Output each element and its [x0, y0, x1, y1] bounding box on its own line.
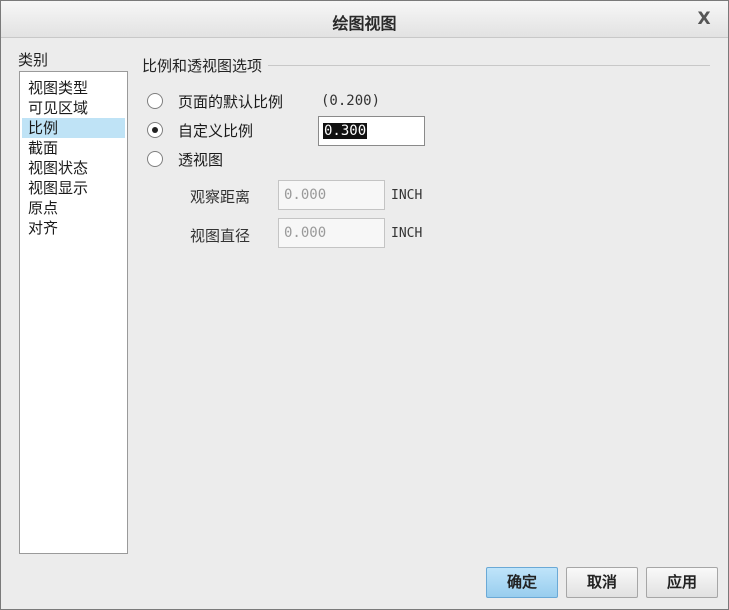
cancel-button[interactable]: 取消	[566, 567, 638, 598]
category-list[interactable]: 视图类型 可见区域 比例 截面 视图状态 视图显示 原点 对齐	[19, 71, 128, 554]
category-item-view-state[interactable]: 视图状态	[22, 158, 125, 178]
view-diameter-label: 视图直径	[190, 227, 251, 245]
observer-distance-label: 观察距离	[190, 188, 251, 206]
ok-button[interactable]: 确定	[486, 567, 558, 598]
default-scale-radio[interactable]	[147, 93, 163, 109]
custom-scale-input[interactable]: 0.300	[318, 116, 425, 146]
view-diameter-unit: INCH	[391, 226, 423, 241]
drawing-view-dialog: 绘图视图 X 类别 视图类型 可见区域 比例 截面 视图状态 视图显示 原点 对…	[0, 0, 729, 610]
category-item-scale[interactable]: 比例	[22, 118, 125, 138]
perspective-label[interactable]: 透视图	[178, 149, 223, 170]
default-scale-value: (0.200)	[321, 93, 381, 109]
apply-button[interactable]: 应用	[646, 567, 718, 598]
close-icon[interactable]: X	[694, 8, 714, 30]
perspective-radio[interactable]	[147, 151, 163, 167]
category-item-view-display[interactable]: 视图显示	[22, 178, 125, 198]
category-item-origin[interactable]: 原点	[22, 198, 125, 218]
scale-group-title: 比例和透视图选项	[142, 55, 269, 76]
custom-scale-value: 0.300	[323, 123, 368, 139]
title-bar: 绘图视图 X	[1, 1, 728, 38]
category-item-section[interactable]: 截面	[22, 138, 125, 158]
dialog-title: 绘图视图	[332, 14, 397, 33]
category-item-visible-area[interactable]: 可见区域	[22, 98, 125, 118]
default-scale-label[interactable]: 页面的默认比例	[178, 91, 283, 112]
observer-distance-input[interactable]: 0.000	[278, 180, 385, 210]
category-item-alignment[interactable]: 对齐	[22, 218, 125, 238]
category-label: 类别	[18, 51, 49, 69]
view-diameter-input[interactable]: 0.000	[278, 218, 385, 248]
custom-scale-radio[interactable]	[147, 122, 163, 138]
custom-scale-label[interactable]: 自定义比例	[178, 120, 253, 141]
category-item-view-type[interactable]: 视图类型	[22, 78, 125, 98]
observer-distance-unit: INCH	[391, 188, 423, 203]
